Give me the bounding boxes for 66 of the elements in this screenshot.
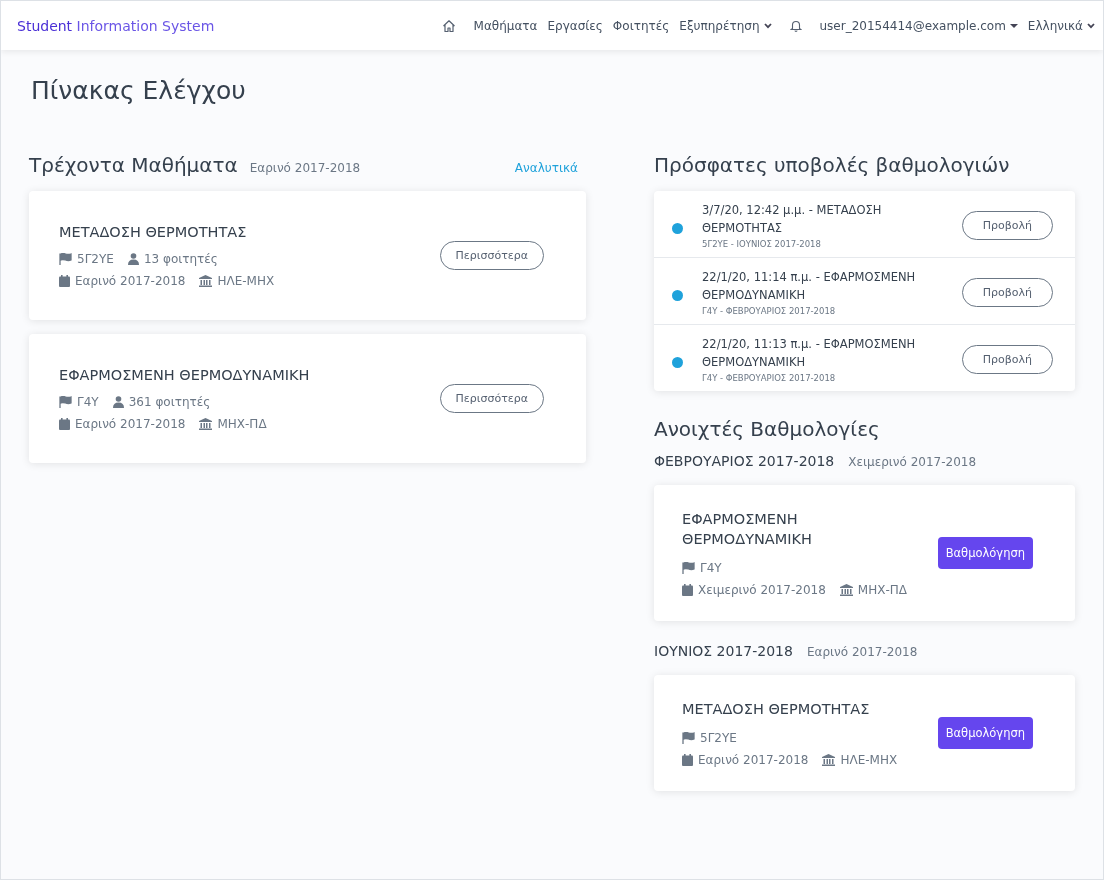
more-button[interactable]: Περισσότερα: [439, 241, 544, 270]
view-button[interactable]: Προβολή: [961, 277, 1053, 307]
semester-label: Εαρινό 2017-2018: [249, 161, 361, 175]
submission-subtitle: Γ4Υ - ΦΕΒΡΟΥΑΡΙΟΣ 2017-2018: [702, 373, 837, 383]
home-icon[interactable]: [441, 18, 456, 33]
student-count: 13 φοιτητές: [143, 251, 218, 266]
exam-period: ΦΕΒΡΟΥΑΡΙΟΣ 2017-2018: [654, 453, 835, 469]
submission-subtitle: 5Γ2ΥΕ - ΙΟΥΝΙΟΣ 2017-2018: [702, 239, 822, 249]
course-name: ΕΦΑΡΜΟΣΜΕΝΗ ΘΕΡΜΟΔΥΝΑΜΙΚΗ: [682, 510, 813, 549]
submission-subtitle: Γ4Υ - ΦΕΒΡΟΥΑΡΙΟΣ 2017-2018: [702, 306, 837, 316]
submission-title: 22/1/20, 11:14 π.μ. - ΕΦΑΡΜΟΣΜΕΝΗ ΘΕΡΜΟΔΥΝΑΜΙΚΗ: [702, 269, 917, 304]
course-department: ΜΗΧ-ΠΔ: [217, 416, 267, 431]
course-code: 5Γ2ΥΕ: [77, 251, 114, 266]
course-department: ΗΛΕ-ΜΗΧ: [840, 753, 898, 767]
flag-icon: [59, 395, 72, 408]
course-code: 5Γ2ΥΕ: [700, 731, 737, 745]
chevron-down-icon: [1087, 22, 1095, 29]
grade-button[interactable]: Βαθμολόγηση: [937, 537, 1033, 569]
section-title: Ανοιχτές Βαθμολογίες: [654, 417, 881, 441]
grade-button[interactable]: Βαθμολόγηση: [937, 717, 1033, 749]
notification-bell-icon[interactable]: [789, 19, 802, 32]
nav-dropdown[interactable]: Ελληνικά: [1027, 18, 1095, 33]
section-title: Πρόσφατες υποβολές βαθμολογιών: [654, 153, 1011, 177]
semester-label: Χειμερινό 2017-2018: [848, 455, 977, 469]
view-button[interactable]: Προβολή: [961, 210, 1053, 240]
course-name: ΜΕΤΑΔΟΣΗ ΘΕΡΜΟΤΗΤΑΣ: [59, 223, 248, 240]
calendar-icon: [59, 274, 70, 287]
course-semester: Εαρινό 2017-2018: [75, 416, 186, 431]
course-department: ΜΗΧ-ΠΔ: [857, 583, 907, 597]
course-name: ΜΕΤΑΔΟΣΗ ΘΕΡΜΟΤΗΤΑΣ: [682, 700, 871, 719]
section-title: Τρέχοντα Μαθήματα: [29, 153, 238, 177]
student-count: 361 φοιτητές: [128, 394, 211, 409]
nav-link[interactable]: Μαθήματα: [473, 18, 538, 33]
flag-icon: [682, 562, 695, 574]
nav-dropdown[interactable]: user_20154414@example.com: [819, 18, 1018, 33]
person-icon: [127, 252, 139, 265]
institution-icon: [839, 584, 853, 596]
institution-icon: [822, 754, 836, 766]
course-code: Γ4Υ: [77, 394, 99, 409]
nav-dropdown[interactable]: Εξυπηρέτηση: [679, 18, 772, 33]
semester-label: Εαρινό 2017-2018: [806, 645, 918, 659]
calendar-icon: [682, 754, 693, 766]
caret-icon: [1009, 22, 1018, 29]
institution-icon: [199, 417, 213, 430]
course-code: Γ4Υ: [700, 561, 722, 575]
brand-logo[interactable]: Student Information System: [17, 17, 215, 34]
submission-title: 22/1/20, 11:13 π.μ. - ΕΦΑΡΜΟΣΜΕΝΗ ΘΕΡΜΟΔΥΝΑΜΙΚΗ: [702, 336, 917, 371]
institution-icon: [199, 274, 213, 287]
course-semester: Εαρινό 2017-2018: [75, 273, 186, 288]
flag-icon: [682, 732, 695, 744]
page-title: Πίνακας Ελέγχου: [31, 76, 247, 105]
exam-period: ΙΟΥΝΙΟΣ 2017-2018: [654, 643, 793, 659]
course-name: ΕΦΑΡΜΟΣΜΕΝΗ ΘΕΡΜΟΔΥΝΑΜΙΚΗ: [59, 366, 310, 383]
course-department: ΗΛΕ-ΜΗΧ: [217, 273, 275, 288]
nav-link[interactable]: Εργασίες: [547, 18, 603, 33]
flag-icon: [59, 252, 72, 265]
more-button[interactable]: Περισσότερα: [439, 384, 544, 413]
calendar-icon: [59, 417, 70, 430]
view-button[interactable]: Προβολή: [961, 344, 1053, 374]
course-semester: Εαρινό 2017-2018: [698, 753, 809, 767]
chevron-down-icon: [763, 22, 772, 29]
nav-link[interactable]: Φοιτητές: [612, 18, 670, 33]
person-icon: [112, 395, 124, 408]
course-semester: Χειμερινό 2017-2018: [698, 583, 826, 597]
submission-title: 3/7/20, 12:42 μ.μ. - ΜΕΤΑΔΟΣΗ ΘΕΡΜΟΤΗΤΑΣ: [702, 202, 883, 237]
calendar-icon: [682, 584, 693, 596]
